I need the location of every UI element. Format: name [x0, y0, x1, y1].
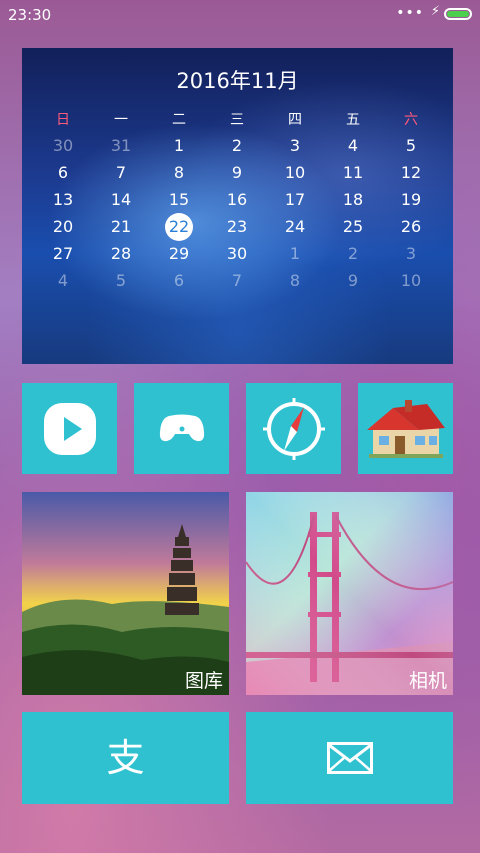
calendar-day[interactable]: 31 [92, 132, 150, 159]
calendar-day[interactable]: 24 [266, 213, 324, 240]
calendar-day[interactable]: 11 [324, 159, 382, 186]
calendar-week: 27 28 29 30 1 2 3 [34, 240, 440, 267]
calendar-day[interactable]: 20 [34, 213, 92, 240]
calendar-day[interactable]: 6 [34, 159, 92, 186]
calendar-grid: 日 一 二 三 四 五 六 30 31 1 2 3 4 5 6 7 8 9 10… [34, 108, 440, 294]
battery-level [447, 11, 469, 17]
calendar-day[interactable]: 17 [266, 186, 324, 213]
weekday-label: 五 [346, 112, 360, 128]
calendar-day[interactable]: 4 [324, 132, 382, 159]
calendar-day[interactable]: 27 [34, 240, 92, 267]
camera-label: 相机 [408, 670, 447, 692]
calendar-day[interactable]: 2 [208, 132, 266, 159]
mail-tile[interactable] [246, 712, 453, 804]
calendar-day[interactable]: 30 [34, 132, 92, 159]
calendar-day-today[interactable]: 22 [150, 213, 208, 241]
play-icon [43, 402, 96, 455]
browser-app-tile[interactable] [246, 383, 341, 474]
alipay-icon: 支 [106, 736, 145, 780]
calendar-day[interactable]: 25 [324, 213, 382, 240]
house-icon [366, 399, 445, 458]
weekday-label: 三 [230, 112, 244, 128]
calendar-day[interactable]: 10 [382, 267, 440, 294]
weekday-label: 一 [114, 112, 128, 128]
calendar-week: 20 21 22 23 24 25 26 [34, 213, 440, 241]
calendar-day[interactable]: 5 [382, 132, 440, 159]
calendar-day[interactable]: 8 [150, 159, 208, 186]
home-app-tile[interactable] [358, 383, 453, 474]
calendar-day[interactable]: 4 [34, 267, 92, 294]
calendar-week: 30 31 1 2 3 4 5 [34, 132, 440, 159]
calendar-day[interactable]: 18 [324, 186, 382, 213]
calendar-day[interactable]: 2 [324, 240, 382, 267]
calendar-day[interactable]: 9 [324, 267, 382, 294]
calendar-month-title: 2016年11月 [176, 69, 299, 93]
calendar-day[interactable]: 30 [208, 240, 266, 267]
charging-icon: ⚡ [430, 4, 440, 19]
calendar-week: 6 7 8 9 10 11 12 [34, 159, 440, 186]
calendar-day[interactable]: 29 [150, 240, 208, 267]
calendar-day[interactable]: 14 [92, 186, 150, 213]
gallery-tile[interactable]: 图库 [22, 492, 229, 695]
calendar-day[interactable]: 9 [208, 159, 266, 186]
calendar-day[interactable]: 26 [382, 213, 440, 240]
calendar-day[interactable]: 1 [150, 132, 208, 159]
weekday-header: 日 一 二 三 四 五 六 [34, 108, 440, 132]
calendar-day[interactable]: 12 [382, 159, 440, 186]
calendar-day[interactable]: 16 [208, 186, 266, 213]
calendar-day[interactable]: 13 [34, 186, 92, 213]
notification-dots-icon: ••• [396, 5, 424, 21]
calendar-week: 13 14 15 16 17 18 19 [34, 186, 440, 213]
calendar-day[interactable]: 8 [266, 267, 324, 294]
mail-icon [326, 742, 373, 774]
calendar-day[interactable]: 6 [150, 267, 208, 294]
status-bar: 23:30 ••• ⚡ [0, 0, 480, 30]
calendar-day[interactable]: 23 [208, 213, 266, 240]
alipay-tile[interactable]: 支 [22, 712, 229, 804]
calendar-day[interactable]: 3 [266, 132, 324, 159]
calendar-day[interactable]: 19 [382, 186, 440, 213]
camera-bridge-image [246, 492, 453, 695]
weekday-label: 四 [288, 112, 302, 128]
calendar-day[interactable]: 1 [266, 240, 324, 267]
calendar-day[interactable]: 5 [92, 267, 150, 294]
gallery-label: 图库 [184, 670, 223, 692]
calendar-day[interactable]: 3 [382, 240, 440, 267]
calendar-day[interactable]: 7 [208, 267, 266, 294]
calendar-day[interactable]: 7 [92, 159, 150, 186]
calendar-week: 4 5 6 7 8 9 10 [34, 267, 440, 294]
calendar-day[interactable]: 28 [92, 240, 150, 267]
camera-tile[interactable]: 相机 [246, 492, 453, 695]
weekday-label: 日 [56, 112, 70, 128]
gallery-pagoda-image [22, 492, 229, 695]
weekday-label: 六 [404, 112, 418, 128]
calendar-day[interactable]: 15 [150, 186, 208, 213]
calendar-day[interactable]: 21 [92, 213, 150, 240]
battery-icon [444, 8, 472, 20]
weekday-label: 二 [172, 112, 186, 128]
calendar-day[interactable]: 10 [266, 159, 324, 186]
calendar-widget[interactable]: 2016年11月 日 一 二 三 四 五 六 30 31 1 2 3 4 5 6… [22, 48, 453, 364]
status-time: 23:30 [8, 6, 52, 24]
video-app-tile[interactable] [22, 383, 117, 474]
compass-icon [262, 397, 325, 460]
gamepad-icon [159, 414, 204, 441]
today-marker: 22 [165, 213, 193, 241]
game-app-tile[interactable] [134, 383, 229, 474]
